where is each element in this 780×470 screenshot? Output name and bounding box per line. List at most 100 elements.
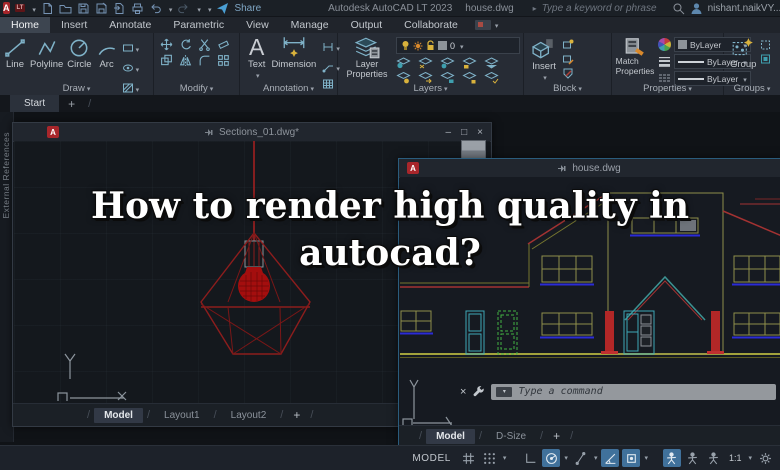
command-input[interactable]: Type a command <box>518 386 602 397</box>
autocad-logo-icon[interactable]: A <box>3 2 10 14</box>
model-space-button[interactable]: MODEL <box>406 453 457 464</box>
export-icon[interactable] <box>113 2 126 15</box>
ribbon-options-button[interactable] <box>475 17 499 33</box>
iso-settings-arrow-icon[interactable]: ▾ <box>593 454 599 462</box>
save-icon[interactable] <box>77 2 90 15</box>
match-properties-button[interactable]: Match Properties <box>617 37 653 86</box>
redo-arrow-icon[interactable] <box>195 0 201 17</box>
rotate-tool[interactable] <box>179 38 195 51</box>
ortho-mode-toggle[interactable] <box>521 449 539 467</box>
fillet-tool[interactable] <box>198 54 214 67</box>
rectangle-tool[interactable] <box>122 39 140 57</box>
create-block-tool[interactable] <box>562 39 574 51</box>
annotation-visibility-toggle[interactable] <box>663 449 681 467</box>
app-menu-arrow-icon[interactable] <box>30 0 36 17</box>
sections-layout1-tab[interactable]: Layout1 <box>154 408 210 423</box>
object-snap-tracking-toggle[interactable] <box>601 449 619 467</box>
open-file-icon[interactable] <box>59 2 72 15</box>
layer-lock-tool[interactable] <box>462 57 477 69</box>
group-button[interactable]: Group <box>730 37 756 70</box>
share-icon[interactable] <box>216 2 229 15</box>
annotation-scale-value[interactable]: 1:1 <box>726 453 745 463</box>
sections-window-titlebar[interactable]: A Sections_01.dwg* – □ × <box>13 123 491 142</box>
command-line[interactable]: × Type a command <box>460 383 776 400</box>
new-drawing-tab-button[interactable]: + <box>59 95 84 112</box>
annotation-scale-icon[interactable] <box>705 449 723 467</box>
tab-output[interactable]: Output <box>340 17 394 33</box>
new-file-icon[interactable] <box>41 2 54 15</box>
tab-collaborate[interactable]: Collaborate <box>393 17 469 33</box>
layer-off-tool[interactable] <box>396 57 411 69</box>
move-tool[interactable] <box>160 38 176 51</box>
command-input-bar[interactable]: Type a command <box>491 384 776 400</box>
close-button[interactable]: × <box>477 127 483 138</box>
snap-settings-arrow-icon[interactable]: ▾ <box>502 454 508 462</box>
pin-icon[interactable] <box>558 164 568 173</box>
sections-layout2-tab[interactable]: Layout2 <box>221 408 277 423</box>
dimension-tool[interactable]: Dimension <box>271 35 316 90</box>
house-new-layout-button[interactable]: + <box>547 429 566 443</box>
text-tool[interactable]: A Text <box>248 35 265 90</box>
layer-match-tool[interactable] <box>484 57 499 69</box>
undo-icon[interactable] <box>149 2 162 15</box>
modify-panel-label[interactable]: Modify <box>154 83 239 94</box>
layer-isolate-tool[interactable] <box>418 57 433 69</box>
block-panel-label[interactable]: Block <box>524 83 611 94</box>
object-snap-toggle[interactable] <box>622 449 640 467</box>
snap-mode-toggle[interactable] <box>481 449 499 467</box>
edit-block-tool[interactable] <box>562 53 574 65</box>
signed-in-user[interactable]: nishant.naikVY... <box>708 3 780 14</box>
erase-tool[interactable] <box>217 38 233 51</box>
plot-icon[interactable] <box>131 2 144 15</box>
customize-wrench-icon[interactable] <box>472 385 485 398</box>
layers-panel-label[interactable]: Layers <box>338 83 523 94</box>
block-attributes-tool[interactable] <box>562 67 574 79</box>
house-window-titlebar[interactable]: A house.dwg <box>399 159 780 178</box>
undo-arrow-icon[interactable] <box>167 0 173 17</box>
osnap-settings-arrow-icon[interactable]: ▾ <box>643 454 649 462</box>
tab-home[interactable]: Home <box>0 17 50 33</box>
redo-icon[interactable] <box>177 2 190 15</box>
group-edit-tool[interactable] <box>760 53 772 65</box>
search-icon[interactable] <box>672 2 685 15</box>
groups-panel-label[interactable]: Groups <box>724 83 780 94</box>
viewport-control-box[interactable] <box>461 140 486 159</box>
polar-tracking-toggle[interactable] <box>542 449 560 467</box>
start-tab[interactable]: Start <box>10 95 59 112</box>
pin-icon[interactable] <box>205 128 215 137</box>
isometric-drafting-toggle[interactable] <box>572 449 590 467</box>
annotation-panel-label[interactable]: Annotation <box>240 83 337 94</box>
tab-view[interactable]: View <box>235 17 280 33</box>
house-model-tab[interactable]: Model <box>426 429 475 444</box>
scale-list-arrow-icon[interactable]: ▾ <box>747 454 753 462</box>
house-dsize-tab[interactable]: D-Size <box>486 429 536 444</box>
mirror-tool[interactable] <box>179 54 195 67</box>
ungroup-tool[interactable] <box>760 39 772 51</box>
qat-customize-icon[interactable] <box>206 0 212 17</box>
draw-panel-label[interactable]: Draw <box>0 83 153 94</box>
trim-tool[interactable] <box>198 38 214 51</box>
lineweight-icon[interactable] <box>658 56 671 67</box>
tab-parametric[interactable]: Parametric <box>162 17 235 33</box>
minimize-button[interactable]: – <box>446 127 452 138</box>
copy-tool[interactable] <box>160 54 176 67</box>
layer-properties-button[interactable]: Layer Properties <box>343 37 391 84</box>
layer-dropdown[interactable]: 0 <box>396 37 520 54</box>
tab-manage[interactable]: Manage <box>280 17 340 33</box>
layer-freeze-tool[interactable] <box>440 57 455 69</box>
color-wheel-icon[interactable] <box>658 38 671 51</box>
recent-commands-icon[interactable] <box>496 387 512 397</box>
grid-display-toggle[interactable] <box>460 449 478 467</box>
properties-panel-label[interactable]: Properties <box>612 83 723 94</box>
polar-settings-arrow-icon[interactable]: ▾ <box>563 454 569 462</box>
share-label[interactable]: Share <box>234 3 261 14</box>
sections-model-tab[interactable]: Model <box>94 408 143 423</box>
tab-annotate[interactable]: Annotate <box>98 17 162 33</box>
autoscale-toggle[interactable] <box>684 449 702 467</box>
search-expand-icon[interactable]: ▸ <box>533 4 537 13</box>
save-as-icon[interactable] <box>95 2 108 15</box>
customization-gear-icon[interactable] <box>756 449 774 467</box>
user-avatar-icon[interactable] <box>690 2 703 15</box>
array-tool[interactable] <box>217 54 233 67</box>
tab-insert[interactable]: Insert <box>50 17 98 33</box>
